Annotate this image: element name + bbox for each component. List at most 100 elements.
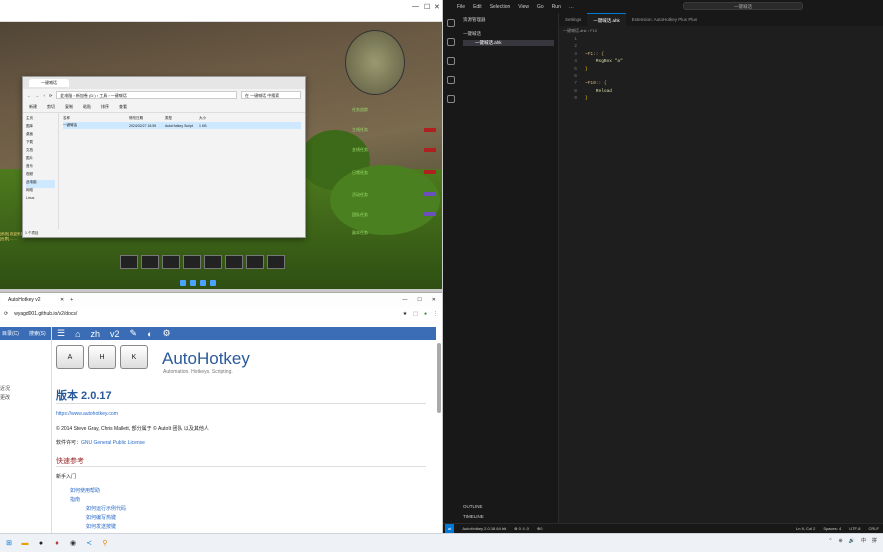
new-tab-icon[interactable]: + <box>70 297 73 303</box>
refresh-icon[interactable]: ⟳ <box>4 311 8 317</box>
volume-icon[interactable]: 🔊 <box>849 538 855 544</box>
tab-extension[interactable]: Extension: AutoHotkey Plus Plus <box>626 13 703 26</box>
tab-close-icon[interactable]: ✕ <box>60 297 64 303</box>
skill-slot[interactable] <box>204 255 222 269</box>
status-eol[interactable]: CRLF <box>869 526 879 531</box>
nav-item[interactable]: Linux <box>26 196 55 204</box>
status-indent[interactable]: Spaces: 4 <box>823 526 841 531</box>
browser-window[interactable]: AutoHotkey v2 ✕ + — ☐ ✕ ⟳ wyagd001.githu… <box>0 292 442 533</box>
skill-slot[interactable] <box>225 255 243 269</box>
quest-line[interactable]: 日常任务 <box>352 170 368 176</box>
tab-search[interactable]: 搜索(S) <box>29 330 46 337</box>
tab-settings[interactable]: Settings <box>559 13 587 26</box>
minimap[interactable] <box>345 30 405 95</box>
minimize-button[interactable]: — <box>412 3 419 10</box>
quest-line[interactable]: 主线任务 <box>352 127 368 133</box>
new-button[interactable]: 新建 <box>29 104 37 110</box>
app-taskbar-icon[interactable]: ● <box>36 538 46 548</box>
menu-edit[interactable]: Edit <box>473 4 482 10</box>
column-name[interactable]: 名称 <box>63 116 129 121</box>
file-explorer-window[interactable]: 一键喊话 ← → ↑ ⟳ 此电脑 › 新加卷 (D:) › 工具 › 一键喊话 … <box>22 76 306 238</box>
source-control-icon[interactable] <box>447 57 455 65</box>
nav-item[interactable]: 图片 <box>26 156 55 164</box>
column-type[interactable]: 类型 <box>165 116 199 121</box>
code-editor[interactable]: 1 2 3 ~F1:: {4 MsgBox "a" 5} 6 7 ~F10:: {8 Relo… <box>563 36 623 103</box>
version-button[interactable]: v2 <box>110 329 120 339</box>
nav-item[interactable]: 网络 <box>26 188 55 196</box>
nav-item[interactable]: 桌面 <box>26 132 55 140</box>
menu-file[interactable]: File <box>457 4 465 10</box>
file-row[interactable]: 一键喊话 2024/02/27 16:59 AutoHotkey Script … <box>63 122 301 129</box>
vscode-taskbar-icon[interactable]: ≺ <box>84 538 94 548</box>
quest-line[interactable]: 团队任务 <box>352 212 368 218</box>
timeline-section[interactable]: TIMELINE <box>463 514 484 519</box>
explorer-taskbar-icon[interactable]: ▬ <box>20 538 30 548</box>
tray-overflow-icon[interactable]: ⌃ <box>828 538 832 544</box>
outline-section[interactable]: OUTLINE <box>463 504 483 509</box>
language-button[interactable]: zh <box>91 329 101 339</box>
remote-icon[interactable]: ⇌ <box>445 523 455 534</box>
nav-item[interactable]: 主页 <box>26 116 55 124</box>
view-button[interactable]: 查看 <box>119 104 127 110</box>
browser-taskbar-icon[interactable]: ◉ <box>68 538 78 548</box>
maximize-button[interactable]: ☐ <box>424 3 430 11</box>
breadcrumb[interactable]: 一键喊话.ahk › F10 <box>563 28 597 34</box>
extensions-icon[interactable] <box>447 95 455 103</box>
quest-line[interactable]: 任务追踪 <box>352 107 368 113</box>
game-taskbar-icon[interactable]: ♦ <box>52 538 62 548</box>
home-icon[interactable]: ⌂ <box>75 329 80 339</box>
network-icon[interactable]: ⊕ <box>839 538 843 544</box>
forward-icon[interactable]: → <box>35 93 39 98</box>
star-icon[interactable]: ★ <box>403 311 407 317</box>
skill-slot[interactable] <box>267 255 285 269</box>
quickref-sublink[interactable]: 如何编写热键 <box>86 514 116 521</box>
menu-run[interactable]: Run <box>552 4 561 10</box>
skill-slot[interactable] <box>183 255 201 269</box>
quest-line[interactable]: 活动任务 <box>352 192 368 198</box>
minimize-button[interactable]: — <box>402 297 407 303</box>
back-icon[interactable]: ← <box>27 93 31 98</box>
edit-icon[interactable]: ✎ <box>130 328 138 339</box>
column-size[interactable]: 大小 <box>199 116 219 121</box>
explorer-icon[interactable] <box>447 19 455 27</box>
close-button[interactable]: ✕ <box>434 3 440 11</box>
search-icon[interactable] <box>447 38 455 46</box>
skill-bar[interactable] <box>120 255 285 269</box>
game-toolbar[interactable] <box>180 280 216 286</box>
vscode-window[interactable]: File Edit Selection View Go Run … 一键喊话 资… <box>443 0 883 534</box>
close-button[interactable]: ✕ <box>432 297 436 303</box>
nav-item[interactable]: 视频 <box>26 172 55 180</box>
quest-line[interactable]: 支线任务 <box>352 147 368 153</box>
ime-language[interactable]: 中 <box>861 537 866 544</box>
gear-icon[interactable]: ⚙ <box>163 328 171 339</box>
menu-icon[interactable]: ⋮ <box>433 311 438 317</box>
toolbar-icon[interactable] <box>210 280 216 286</box>
search-field[interactable]: 在 一键喊话 中搜索 <box>241 91 301 99</box>
game-window[interactable]: — ☐ ✕ 任务追踪 主线任务 支线任务 日常任务 活动任务 团队任务 副本任务… <box>0 0 442 289</box>
status-interpreter[interactable]: AutoHotkey 2.0.18 64 bit <box>462 526 506 531</box>
theme-icon[interactable]: ◐ <box>147 329 152 339</box>
nav-item[interactable]: 下载 <box>26 140 55 148</box>
column-date[interactable]: 修改日期 <box>129 116 165 121</box>
cut-button[interactable]: 剪切 <box>47 104 55 110</box>
nav-item[interactable]: 此电脑 <box>26 180 55 188</box>
sidebar-link[interactable]: 更改 <box>0 394 51 403</box>
nav-item[interactable]: 图库 <box>26 124 55 132</box>
quickref-sublink[interactable]: 如何发送按键 <box>86 523 116 530</box>
toolbar-icon[interactable] <box>190 280 196 286</box>
folder-item[interactable]: 一键喊话 <box>463 31 554 37</box>
explorer-tab[interactable]: 一键喊话 <box>29 79 69 87</box>
site-link[interactable]: https://www.autohotkey.com <box>56 411 118 417</box>
search-taskbar-icon[interactable]: ⚲ <box>100 538 110 548</box>
menu-view[interactable]: View <box>518 4 529 10</box>
url-field[interactable]: wyagd001.github.io/v2/docs/ <box>14 311 397 317</box>
menu-icon[interactable]: ☰ <box>57 328 65 339</box>
nav-item[interactable]: 文档 <box>26 148 55 156</box>
sort-button[interactable]: 排序 <box>101 104 109 110</box>
command-center[interactable]: 一键喊话 <box>683 2 803 10</box>
menu-more[interactable]: … <box>569 4 574 10</box>
extension-icon[interactable]: ⬚ <box>413 311 418 317</box>
paste-button[interactable]: 粘贴 <box>83 104 91 110</box>
status-ports[interactable]: ⊕0 <box>537 526 543 531</box>
skill-slot[interactable] <box>141 255 159 269</box>
